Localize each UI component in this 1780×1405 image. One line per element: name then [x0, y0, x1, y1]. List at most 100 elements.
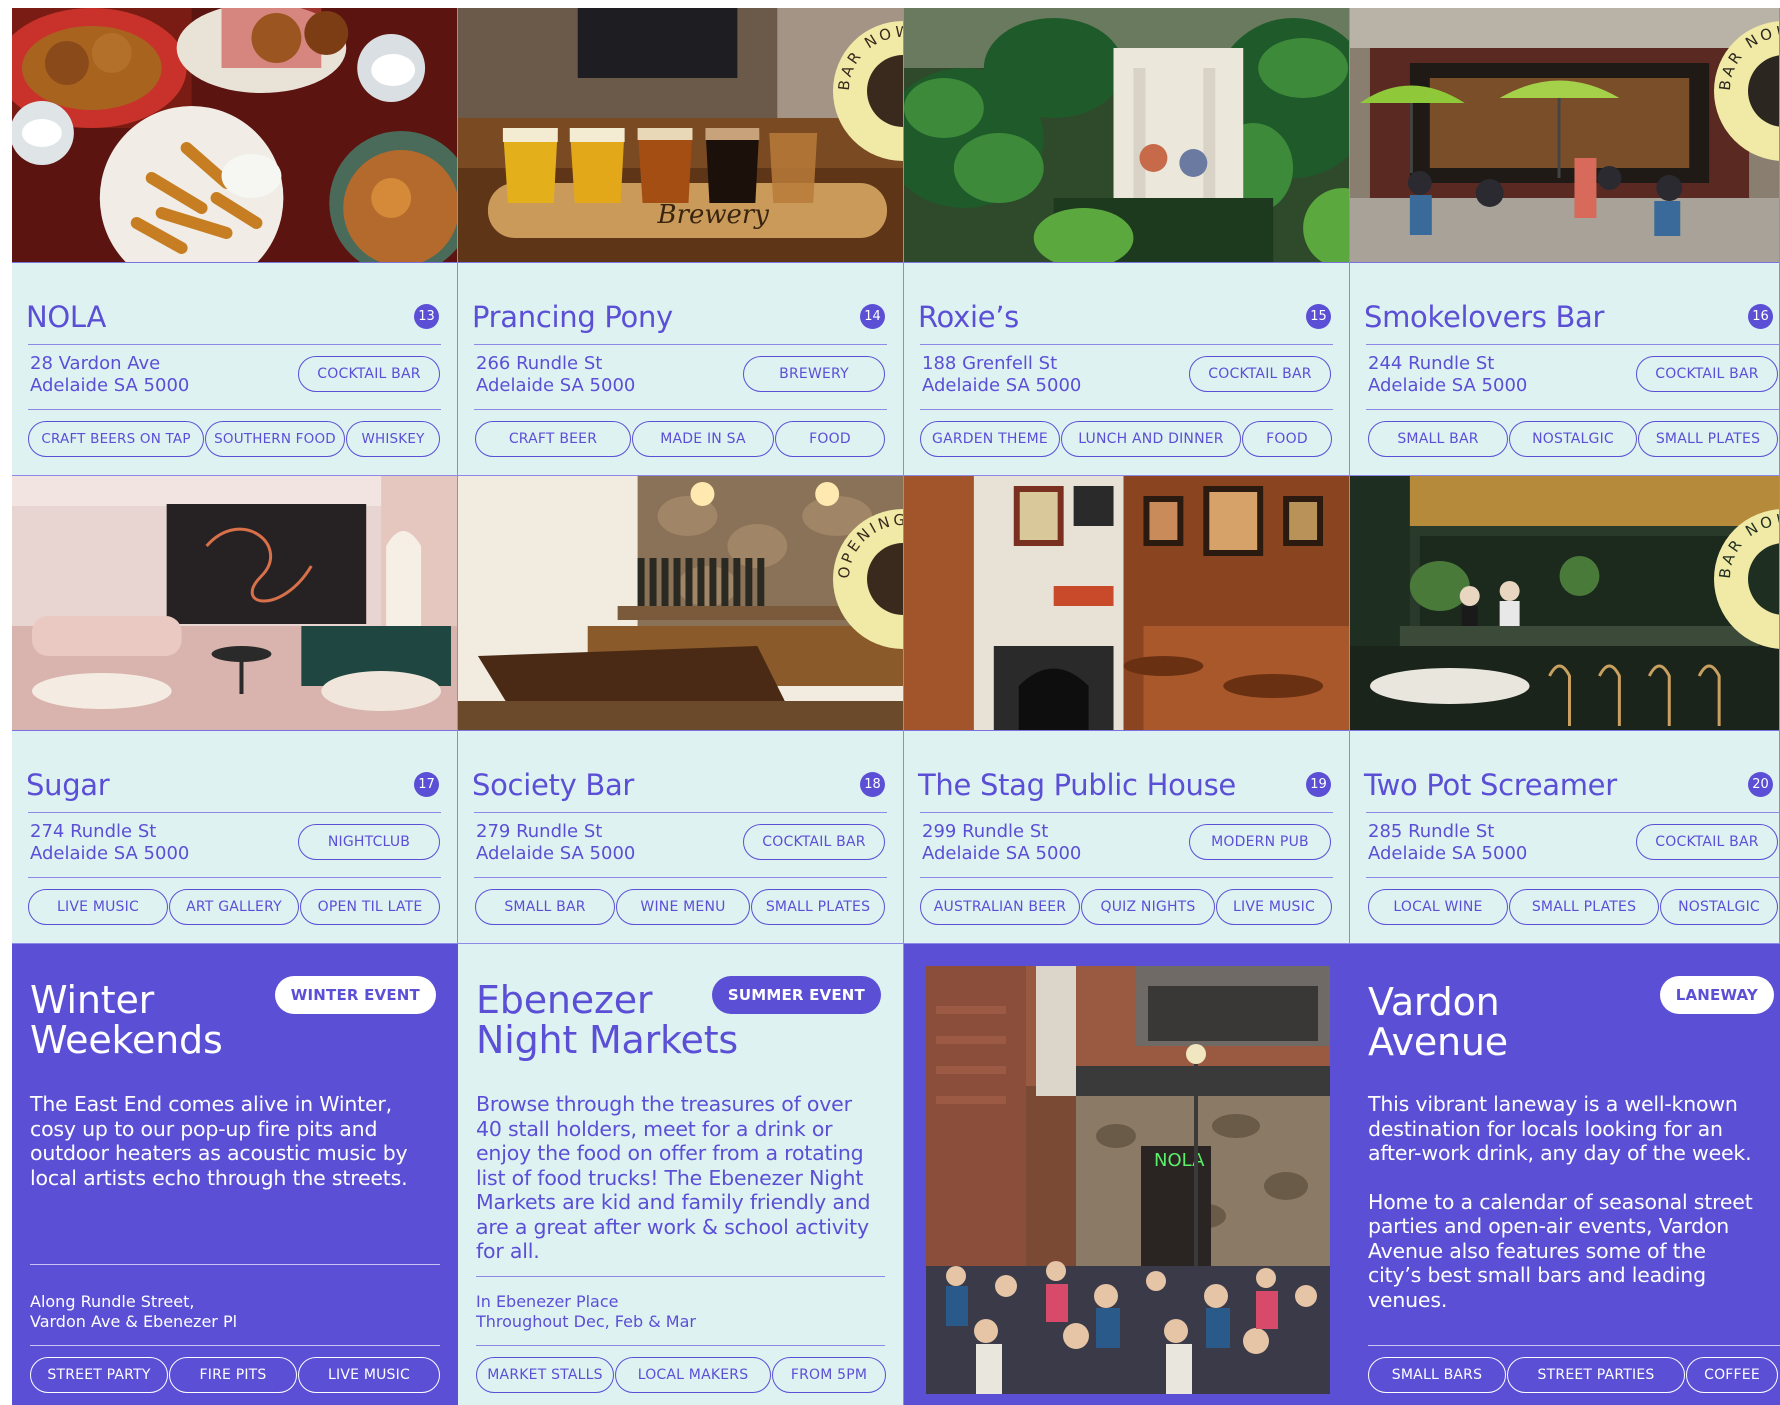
location-line1: Along Rundle Street,: [30, 1292, 195, 1311]
feature-tag[interactable]: SOUTHERN FOOD: [205, 421, 345, 457]
divider: [920, 344, 1333, 345]
feature-tag[interactable]: FIRE PITS: [169, 1357, 297, 1393]
bar-now-open-stamp: BAR NOW OPEN: [1709, 504, 1779, 654]
venue-card-roxies[interactable]: Roxie’s 15 188 Grenfell St Adelaide SA 5…: [904, 8, 1350, 476]
feature-tag[interactable]: CRAFT BEERS ON TAP: [28, 421, 204, 457]
divider: [476, 1345, 885, 1346]
feature-tag[interactable]: ART GALLERY: [169, 889, 299, 925]
event-location: Along Rundle Street, Vardon Ave & Ebenez…: [30, 1292, 237, 1332]
feature-tag[interactable]: LIVE MUSIC: [1216, 889, 1332, 925]
venue-photo-nola: [12, 8, 457, 263]
category-tag[interactable]: MODERN PUB: [1189, 824, 1331, 860]
venue-number-badge: 20: [1748, 772, 1773, 797]
event-location: In Ebenezer Place Throughout Dec, Feb & …: [476, 1292, 696, 1332]
venue-address: 285 Rundle St Adelaide SA 5000: [1368, 821, 1527, 865]
venue-photo-the-stag: [904, 476, 1349, 731]
venue-number-badge: 19: [1306, 772, 1331, 797]
tag-list: SMALL BARS STREET PARTIES COFFEE: [1368, 1357, 1778, 1397]
address-line2: Adelaide SA 5000: [476, 375, 636, 396]
venue-address: 279 Rundle St Adelaide SA 5000: [476, 821, 635, 865]
divider: [474, 877, 887, 878]
feature-tag[interactable]: QUIZ NIGHTS: [1081, 889, 1215, 925]
event-description: The East End comes alive in Winter, cosy…: [30, 1092, 408, 1190]
address-line1: 244 Rundle St: [1368, 353, 1495, 374]
feature-tag[interactable]: WHISKEY: [346, 421, 440, 457]
address-line2: Adelaide SA 5000: [30, 375, 190, 396]
category-tag[interactable]: COCKTAIL BAR: [298, 356, 440, 392]
feature-tag[interactable]: LIVE MUSIC: [28, 889, 168, 925]
feature-tag[interactable]: SMALL PLATES: [751, 889, 885, 925]
venue-card-two-pot-screamer[interactable]: BAR NOW OPEN Two Pot Screamer 20 285 Run…: [1350, 476, 1780, 944]
event-card-ebenezer-night-markets[interactable]: Ebenezer Night Markets SUMMER EVENT Brow…: [458, 944, 904, 1405]
feature-tag[interactable]: GARDEN THEME: [920, 421, 1060, 457]
divider: [476, 1276, 885, 1277]
venue-photo-roxies: [904, 8, 1349, 263]
feature-tag[interactable]: STREET PARTY: [30, 1357, 168, 1393]
feature-tag[interactable]: LOCAL WINE: [1368, 889, 1508, 925]
tag-list: GARDEN THEME LUNCH AND DINNER FOOD: [920, 421, 1334, 461]
event-title-line2: Weekends: [30, 1018, 223, 1062]
address-line1: 299 Rundle St: [922, 821, 1049, 842]
event-title: Winter Weekends: [30, 980, 223, 1060]
feature-tag[interactable]: AUSTRALIAN BEER: [920, 889, 1080, 925]
feature-tag[interactable]: SMALL BARS: [1368, 1357, 1506, 1393]
venue-address: 244 Rundle St Adelaide SA 5000: [1368, 353, 1527, 397]
address-line2: Adelaide SA 5000: [922, 843, 1082, 864]
category-tag[interactable]: NIGHTCLUB: [298, 824, 440, 860]
category-tag[interactable]: COCKTAIL BAR: [743, 824, 885, 860]
divider: [920, 409, 1333, 410]
address-line2: Adelaide SA 5000: [476, 843, 636, 864]
venue-card-smokelovers-bar[interactable]: BAR NOW OPEN Smokelovers Bar 16 244 Rund…: [1350, 8, 1780, 476]
feature-tag[interactable]: SMALL BAR: [475, 889, 615, 925]
category-tag[interactable]: COCKTAIL BAR: [1189, 356, 1331, 392]
tag-list: LOCAL WINE SMALL PLATES NOSTALGIC: [1366, 889, 1779, 929]
feature-tag[interactable]: WINE MENU: [616, 889, 750, 925]
feature-tag[interactable]: LIVE MUSIC: [298, 1357, 440, 1393]
divider: [474, 344, 887, 345]
event-type-badge: LANEWAY: [1659, 976, 1774, 1014]
feature-tag[interactable]: SMALL BAR: [1368, 421, 1508, 457]
feature-tag[interactable]: LUNCH AND DINNER: [1061, 421, 1241, 457]
venue-address: 28 Vardon Ave Adelaide SA 5000: [30, 353, 189, 397]
feature-tag[interactable]: STREET PARTIES: [1507, 1357, 1685, 1393]
event-title-line1: Ebenezer: [476, 978, 653, 1022]
feature-tag[interactable]: SMALL PLATES: [1509, 889, 1659, 925]
feature-tag[interactable]: FOOD: [775, 421, 885, 457]
divider: [30, 1345, 440, 1346]
category-tag[interactable]: COCKTAIL BAR: [1636, 356, 1778, 392]
divider: [28, 877, 441, 878]
address-line1: 28 Vardon Ave: [30, 353, 161, 374]
venue-number-badge: 18: [860, 772, 885, 797]
address-line2: Adelaide SA 5000: [30, 843, 190, 864]
feature-tag[interactable]: MADE IN SA: [632, 421, 774, 457]
feature-tag[interactable]: SMALL PLATES: [1638, 421, 1778, 457]
divider: [920, 812, 1333, 813]
feature-tag[interactable]: CRAFT BEER: [475, 421, 631, 457]
venue-number-badge: 16: [1748, 304, 1773, 329]
venue-card-the-stag-public-house[interactable]: The Stag Public House 19 299 Rundle St A…: [904, 476, 1350, 944]
feature-tag[interactable]: NOSTALGIC: [1660, 889, 1778, 925]
feature-tag[interactable]: LOCAL MAKERS: [615, 1357, 771, 1393]
divider: [28, 409, 441, 410]
venue-card-prancing-pony[interactable]: Brewery BAR NOW OPEN Prancing Po: [458, 8, 904, 476]
venue-name: Smokelovers Bar: [1364, 300, 1605, 334]
feature-tag[interactable]: OPEN TIL LATE: [300, 889, 440, 925]
venue-card-nola[interactable]: NOLA 13 28 Vardon Ave Adelaide SA 5000 C…: [12, 8, 458, 476]
event-card-vardon-avenue[interactable]: Vardon Avenue LANEWAY This vibrant lanew…: [1350, 944, 1780, 1405]
category-tag[interactable]: BREWERY: [743, 356, 885, 392]
feature-tag[interactable]: MARKET STALLS: [476, 1357, 614, 1393]
venue-photo-sugar: [12, 476, 457, 731]
feature-tag[interactable]: FROM 5PM: [772, 1357, 886, 1393]
venue-card-sugar[interactable]: Sugar 17 274 Rundle St Adelaide SA 5000 …: [12, 476, 458, 944]
divider: [1366, 877, 1779, 878]
category-tag[interactable]: COCKTAIL BAR: [1636, 824, 1778, 860]
feature-tag[interactable]: NOSTALGIC: [1509, 421, 1637, 457]
venue-card-society-bar[interactable]: OPENING SOON Society Bar 18 279 Rundle S…: [458, 476, 904, 944]
venue-name: Sugar: [26, 768, 110, 802]
location-line2: Vardon Ave & Ebenezer Pl: [30, 1312, 238, 1331]
feature-tag[interactable]: COFFEE: [1686, 1357, 1778, 1393]
feature-tag[interactable]: FOOD: [1242, 421, 1332, 457]
event-card-winter-weekends[interactable]: Winter Weekends WINTER EVENT The East En…: [12, 944, 458, 1405]
venue-name: Roxie’s: [918, 300, 1019, 334]
address-line1: 188 Grenfell St: [922, 353, 1058, 374]
